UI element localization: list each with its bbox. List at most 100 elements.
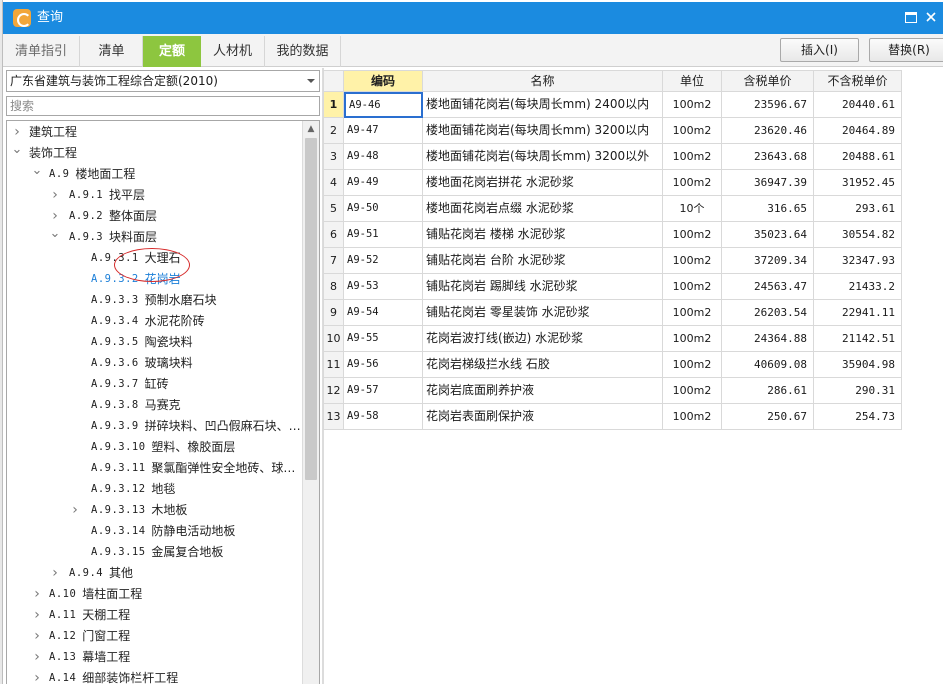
cell-code[interactable]: A9-56 (344, 352, 423, 378)
tree-item[interactable]: › A.9.2 整体面层 (7, 206, 303, 227)
table-row[interactable]: 2 A9-47 楼地面铺花岗岩(每块周长mm) 3200以内 100m2 23620.4… (323, 118, 902, 144)
column-header-code[interactable]: 编码 (344, 70, 423, 92)
cell-code[interactable]: A9-48 (344, 144, 423, 170)
column-header-name[interactable]: 名称 (423, 70, 663, 92)
table-row[interactable]: 8 A9-53 铺贴花岗岩 踢脚线 水泥砂浆 100m2 24563.47 21433.2 (323, 274, 902, 300)
cell-tax-price[interactable]: 36947.39 (722, 170, 814, 196)
cell-name[interactable]: 花岗岩梯级拦水线 石胶 (423, 352, 663, 378)
cell-tax-price[interactable]: 37209.34 (722, 248, 814, 274)
cell-code[interactable]: A9-51 (344, 222, 423, 248)
title-bar[interactable]: 查询 (3, 2, 943, 34)
chevron-right-icon[interactable]: › (69, 500, 81, 521)
cell-tax-price[interactable]: 40609.08 (722, 352, 814, 378)
chevron-right-icon[interactable]: › (31, 647, 43, 668)
tree-item[interactable]: › A.11 天棚工程 (7, 605, 303, 626)
tab-list-guide[interactable]: 清单指引 (3, 36, 80, 67)
cell-unit[interactable]: 100m2 (663, 118, 722, 144)
cell-code[interactable]: A9-50 (344, 196, 423, 222)
tab-labor-material-machine[interactable]: 人材机 (201, 36, 265, 67)
tree-item[interactable]: A.9.3.12 地毯 (7, 479, 303, 500)
table-row[interactable]: 9 A9-54 铺贴花岗岩 零星装饰 水泥砂浆 100m2 26203.54 22941.… (323, 300, 902, 326)
table-row[interactable]: 4 A9-49 楼地面花岗岩拼花 水泥砂浆 100m2 36947.39 31952.45 (323, 170, 902, 196)
tree-item[interactable]: › A.13 幕墙工程 (7, 647, 303, 668)
cell-notax-price[interactable]: 290.31 (814, 378, 902, 404)
cell-unit[interactable]: 10个 (663, 196, 722, 222)
cell-unit[interactable]: 100m2 (663, 92, 722, 118)
search-input[interactable] (6, 96, 320, 116)
tree-item[interactable]: › A.12 门窗工程 (7, 626, 303, 647)
chevron-right-icon[interactable]: › (31, 668, 43, 684)
chevron-right-icon[interactable]: › (31, 605, 43, 626)
insert-button[interactable]: 插入(I) (780, 38, 859, 62)
cell-unit[interactable]: 100m2 (663, 326, 722, 352)
cell-notax-price[interactable]: 293.61 (814, 196, 902, 222)
cell-name[interactable]: 花岗岩波打线(嵌边) 水泥砂浆 (423, 326, 663, 352)
tree-item[interactable]: A.9.3.8 马赛克 (7, 395, 303, 416)
cell-tax-price[interactable]: 24563.47 (722, 274, 814, 300)
scroll-thumb[interactable] (305, 138, 317, 480)
column-header-unit[interactable]: 单位 (663, 70, 722, 92)
tree-item[interactable]: › A.9.3.13 木地板 (7, 500, 303, 521)
cell-notax-price[interactable]: 20488.61 (814, 144, 902, 170)
tree-item[interactable]: ⌄ 装饰工程 (7, 143, 303, 164)
chevron-right-icon[interactable]: › (49, 185, 61, 206)
cell-tax-price[interactable]: 250.67 (722, 404, 814, 430)
tree-item[interactable]: › 建筑工程 (7, 122, 303, 143)
cell-name[interactable]: 铺贴花岗岩 楼梯 水泥砂浆 (423, 222, 663, 248)
tree-item[interactable]: A.9.3.15 金属复合地板 (7, 542, 303, 563)
cell-tax-price[interactable]: 316.65 (722, 196, 814, 222)
tab-my-data[interactable]: 我的数据 (265, 36, 341, 67)
table-row[interactable]: 10 A9-55 花岗岩波打线(嵌边) 水泥砂浆 100m2 24364.88 21142… (323, 326, 902, 352)
cell-code[interactable]: A9-49 (344, 170, 423, 196)
tree-item[interactable]: A.9.3.3 预制水磨石块 (7, 290, 303, 311)
tree-item[interactable]: ⌄ A.9.3 块料面层 (7, 227, 303, 248)
table-row[interactable]: 13 A9-58 花岗岩表面刷保护液 100m2 250.67 254.73 (323, 404, 902, 430)
tree-item[interactable]: › A.10 墙柱面工程 (7, 584, 303, 605)
cell-name[interactable]: 花岗岩表面刷保护液 (423, 404, 663, 430)
cell-unit[interactable]: 100m2 (663, 378, 722, 404)
cell-unit[interactable]: 100m2 (663, 404, 722, 430)
scroll-up-icon[interactable]: ▲ (303, 121, 319, 137)
tree-item[interactable]: A.9.3.14 防静电活动地板 (7, 521, 303, 542)
table-row[interactable]: 12 A9-57 花岗岩底面刷养护液 100m2 286.61 290.31 (323, 378, 902, 404)
cell-notax-price[interactable]: 21433.2 (814, 274, 902, 300)
cell-name[interactable]: 楼地面铺花岗岩(每块周长mm) 3200以内 (423, 118, 663, 144)
cell-unit[interactable]: 100m2 (663, 144, 722, 170)
table-row[interactable]: 6 A9-51 铺贴花岗岩 楼梯 水泥砂浆 100m2 35023.64 30554.82 (323, 222, 902, 248)
chevron-right-icon[interactable]: › (11, 122, 23, 143)
column-header-tax-price[interactable]: 含税单价 (722, 70, 814, 92)
cell-name[interactable]: 楼地面花岗岩点缀 水泥砂浆 (423, 196, 663, 222)
cell-notax-price[interactable]: 20464.89 (814, 118, 902, 144)
close-icon[interactable] (923, 7, 939, 27)
cell-code[interactable]: A9-53 (344, 274, 423, 300)
cell-tax-price[interactable]: 286.61 (722, 378, 814, 404)
tree-item[interactable]: A.9.3.6 玻璃块料 (7, 353, 303, 374)
cell-notax-price[interactable]: 22941.11 (814, 300, 902, 326)
cell-unit[interactable]: 100m2 (663, 300, 722, 326)
cell-name[interactable]: 楼地面花岗岩拼花 水泥砂浆 (423, 170, 663, 196)
cell-code[interactable]: A9-55 (344, 326, 423, 352)
table-row[interactable]: 1 A9-46 楼地面铺花岗岩(每块周长mm) 2400以内 100m2 23596.6… (323, 92, 902, 118)
tree-item[interactable]: A.9.3.4 水泥花阶砖 (7, 311, 303, 332)
tree-scrollbar[interactable]: ▲ (302, 121, 319, 684)
cell-notax-price[interactable]: 32347.93 (814, 248, 902, 274)
cell-notax-price[interactable]: 21142.51 (814, 326, 902, 352)
cell-code[interactable]: A9-54 (344, 300, 423, 326)
column-header-notax-price[interactable]: 不含税单价 (814, 70, 902, 92)
cell-name[interactable]: 铺贴花岗岩 台阶 水泥砂浆 (423, 248, 663, 274)
cell-name[interactable]: 楼地面铺花岗岩(每块周长mm) 2400以内 (423, 92, 663, 118)
cell-name[interactable]: 楼地面铺花岗岩(每块周长mm) 3200以外 (423, 144, 663, 170)
tree-item[interactable]: A.9.3.5 陶瓷块料 (7, 332, 303, 353)
tree-item[interactable]: A.9.3.7 缸砖 (7, 374, 303, 395)
cell-unit[interactable]: 100m2 (663, 352, 722, 378)
cell-notax-price[interactable]: 30554.82 (814, 222, 902, 248)
cell-notax-price[interactable]: 20440.61 (814, 92, 902, 118)
quota-library-select[interactable]: 广东省建筑与装饰工程综合定额(2010) (6, 70, 320, 92)
cell-unit[interactable]: 100m2 (663, 170, 722, 196)
cell-notax-price[interactable]: 31952.45 (814, 170, 902, 196)
cell-notax-price[interactable]: 254.73 (814, 404, 902, 430)
tree-item[interactable]: › A.9.1 找平层 (7, 185, 303, 206)
maximize-icon[interactable] (905, 12, 917, 23)
table-row[interactable]: 5 A9-50 楼地面花岗岩点缀 水泥砂浆 10个 316.65 293.61 (323, 196, 902, 222)
cell-tax-price[interactable]: 26203.54 (722, 300, 814, 326)
